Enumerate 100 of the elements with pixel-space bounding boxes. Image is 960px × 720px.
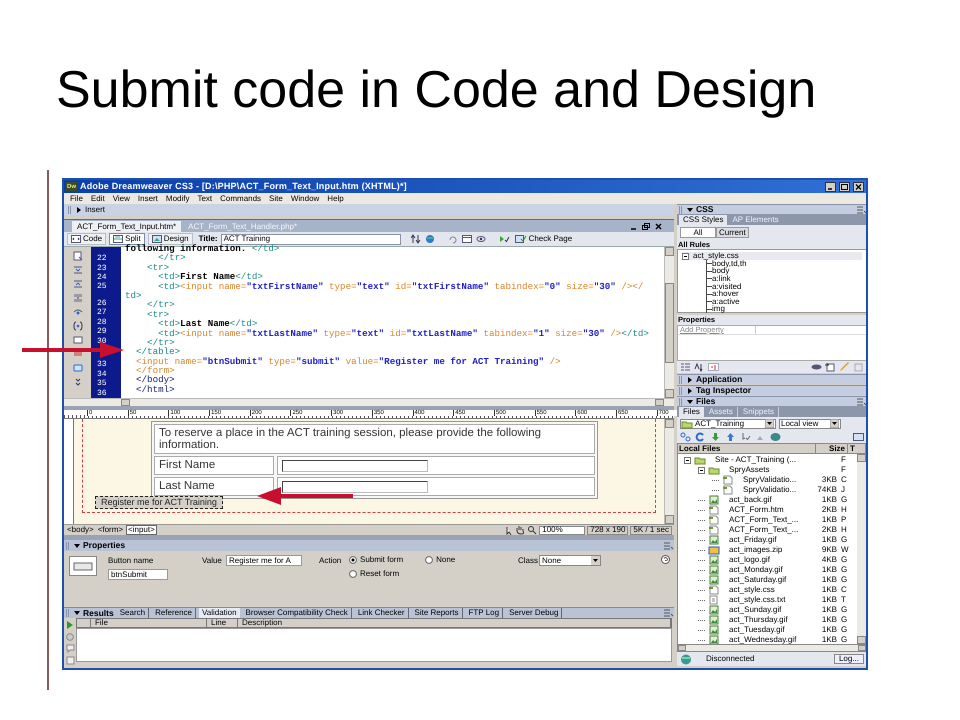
triangle-icon[interactable] xyxy=(687,376,693,382)
file-name[interactable]: act_Tuesday.gif xyxy=(729,626,785,634)
scrollbar[interactable] xyxy=(664,419,674,524)
file-name[interactable]: act_Sunday.gif xyxy=(729,606,782,614)
triangle-icon[interactable] xyxy=(687,388,693,394)
menu-item[interactable]: Site xyxy=(265,194,287,202)
file-name[interactable]: Site - ACT_Training (... xyxy=(715,456,796,464)
column-header[interactable]: File xyxy=(91,619,207,627)
file-name[interactable]: act_Saturday.gif xyxy=(729,576,786,584)
panel-tab[interactable]: Files xyxy=(679,407,704,417)
column-header[interactable]: Description xyxy=(238,619,671,627)
submit-button[interactable]: Register me for ACT Training xyxy=(95,496,223,509)
menu-item[interactable]: Edit xyxy=(86,194,109,202)
view-button[interactable]: Code xyxy=(67,233,106,245)
file-name[interactable]: act_logo.gif xyxy=(729,556,770,564)
insert-bar[interactable]: Insert xyxy=(64,204,674,215)
transfer-icon[interactable] xyxy=(410,234,422,244)
close-icon[interactable] xyxy=(853,182,864,192)
view-button[interactable]: Design xyxy=(148,233,193,245)
options-icon[interactable] xyxy=(856,204,866,214)
restore-icon[interactable] xyxy=(641,222,651,230)
horizontal-scrollbar[interactable] xyxy=(64,398,674,406)
double-chevron-icon[interactable] xyxy=(72,377,82,387)
category-view-icon[interactable] xyxy=(680,362,691,372)
input-field[interactable] xyxy=(282,460,428,472)
file-name[interactable]: act_Wednesday.gif xyxy=(729,636,796,644)
zoom-icon[interactable] xyxy=(527,525,538,535)
radio-button[interactable] xyxy=(425,556,434,564)
column-header[interactable]: T xyxy=(848,444,866,453)
triangle-icon[interactable] xyxy=(76,206,82,212)
save-icon[interactable] xyxy=(66,656,74,665)
link-icon[interactable] xyxy=(811,362,822,372)
log-button[interactable]: Log... xyxy=(834,654,864,664)
refresh-icon[interactable] xyxy=(448,234,459,244)
file-name[interactable]: ACT_Form_Text_... xyxy=(729,516,798,524)
scrollbar[interactable] xyxy=(857,454,866,644)
tag-selector-item[interactable]: <form> xyxy=(96,526,124,534)
minimize-icon[interactable] xyxy=(825,182,836,192)
highlight-icon[interactable] xyxy=(72,307,82,317)
collapse-icon[interactable] xyxy=(698,466,705,474)
css-rule[interactable]: a:active xyxy=(712,298,740,306)
refresh-icon[interactable] xyxy=(695,432,706,442)
triangle-icon[interactable] xyxy=(74,542,80,548)
document-icon[interactable] xyxy=(72,251,82,261)
css-rule[interactable]: a:hover xyxy=(712,290,739,298)
box-icon[interactable] xyxy=(72,335,82,345)
file-name[interactable]: ACT_Form_Text_... xyxy=(729,526,798,534)
collapse-icon[interactable] xyxy=(682,252,689,260)
triangle-icon[interactable] xyxy=(74,610,80,616)
triangle-icon[interactable] xyxy=(687,398,693,404)
check-out-icon[interactable] xyxy=(740,432,751,442)
menu-item[interactable]: Commands xyxy=(216,194,266,202)
column-header[interactable]: Line xyxy=(207,619,238,627)
results-header[interactable]: Results Search Reference Validation Browser Compatibility Check Link Checker Site Reports FTP Log Server Debug xyxy=(64,607,674,618)
column-header[interactable]: Size xyxy=(816,444,848,453)
css-rule[interactable]: body,td,th xyxy=(712,260,747,268)
braces-icon[interactable] xyxy=(72,321,82,331)
menu-item[interactable]: Insert xyxy=(134,194,162,202)
button-name-field[interactable]: btnSubmit xyxy=(108,569,168,580)
file-name[interactable]: ACT_Form.htm xyxy=(729,506,784,514)
help-icon[interactable] xyxy=(661,555,670,564)
css-rule[interactable]: img xyxy=(712,305,725,314)
scrollbar[interactable] xyxy=(664,247,674,398)
file-name[interactable]: SpryAssets xyxy=(729,466,770,474)
mode-button[interactable]: All xyxy=(680,227,716,238)
collapse-icon[interactable] xyxy=(684,456,691,464)
close-icon[interactable] xyxy=(654,222,663,230)
css-rule[interactable]: a:link xyxy=(712,274,731,283)
options-icon[interactable] xyxy=(663,540,674,550)
sort-az-icon[interactable] xyxy=(694,362,705,372)
css-rule[interactable]: a:visited xyxy=(712,282,742,291)
radio-button[interactable] xyxy=(349,570,357,578)
play-check-icon[interactable] xyxy=(498,234,510,244)
file-name[interactable]: SpryValidatio... xyxy=(743,486,796,494)
results-tab[interactable]: Validation xyxy=(199,608,240,618)
file-name[interactable]: SpryValidatio... xyxy=(743,476,796,484)
horizontal-scrollbar[interactable] xyxy=(677,644,866,652)
file-name[interactable]: act_Friday.gif xyxy=(729,536,776,544)
file-name[interactable]: act_Thursday.gif xyxy=(729,616,788,624)
class-select[interactable]: None xyxy=(539,555,601,566)
title-field[interactable]: ACT Training xyxy=(220,234,401,244)
pointer-icon[interactable] xyxy=(504,526,514,534)
view-select[interactable]: Local view xyxy=(779,418,841,428)
document-tab[interactable]: ACT_Form_Text_Input.htm* xyxy=(72,221,182,232)
view-button[interactable]: Split xyxy=(109,233,145,245)
tag-selector-item[interactable]: <body> xyxy=(66,526,95,534)
file-name[interactable]: act_style.css.txt xyxy=(729,596,786,604)
column-header[interactable]: Local Files xyxy=(678,444,816,453)
menu-item[interactable]: Help xyxy=(323,194,348,202)
menu-item[interactable]: Modify xyxy=(162,194,194,202)
get-arrow-icon[interactable] xyxy=(710,432,721,442)
menu-item[interactable]: Window xyxy=(286,194,324,202)
triangle-icon[interactable] xyxy=(687,206,693,212)
css-rule[interactable]: body xyxy=(712,267,730,276)
options-icon[interactable] xyxy=(663,608,674,618)
panel-header[interactable]: CSS xyxy=(677,204,866,214)
file-name[interactable]: act_back.gif xyxy=(729,496,772,504)
menu-item[interactable]: View xyxy=(108,194,134,202)
zoom-select[interactable]: 100% xyxy=(539,526,586,534)
mode-button[interactable]: Current xyxy=(716,227,749,238)
